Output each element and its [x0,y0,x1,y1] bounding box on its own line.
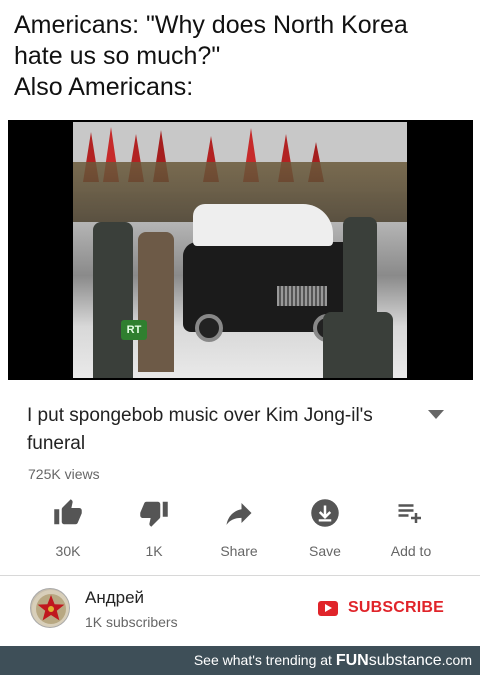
share-icon [226,503,252,525]
divider [0,575,480,576]
rt-watermark: RT [121,320,147,340]
save-label: Save [309,543,341,559]
watermark-footer: See what's trending at FUNsubstance.com [0,646,480,675]
add-to-label: Add to [390,543,432,559]
add-to-playlist-icon [398,504,421,523]
footer-tld: .com [441,652,472,668]
action-bar: 30K 1K Share Save Add to [0,498,480,559]
channel-name[interactable]: Андрей [85,588,144,608]
person-image [93,222,133,378]
subscribe-button[interactable]: SUBSCRIBE [318,598,444,618]
thumbs-down-icon [140,501,168,527]
footer-text: See what's trending at [193,652,336,668]
video-title[interactable]: I put spongebob music over Kim Jong-il's… [27,402,397,458]
person-image [138,232,174,372]
channel-avatar[interactable] [30,588,70,628]
funsubstance-logo: FUNsubstance [335,652,442,669]
video-thumbnail: RT [73,122,407,378]
like-button[interactable]: 30K [28,498,108,559]
save-button[interactable]: Save [285,498,365,559]
dislike-count: 1K [145,543,163,559]
dislike-button[interactable]: 1K [114,498,194,559]
youtube-logo-icon [318,600,338,616]
expand-description-icon[interactable] [428,410,444,419]
video-player[interactable]: RT [8,120,473,380]
add-to-button[interactable]: Add to [371,498,451,559]
person-image [343,217,377,317]
meme-caption: Americans: "Why does North Korea hate us… [14,10,474,103]
like-count: 30K [55,543,81,559]
subscribe-label: SUBSCRIBE [348,599,445,616]
caption-line-1: Americans: "Why does North Korea [14,11,408,39]
caption-line-3: Also Americans: [14,73,194,101]
view-count: 725K views [28,466,100,482]
share-button[interactable]: Share [199,498,279,559]
thumbs-up-icon [54,499,82,525]
share-label: Share [220,543,258,559]
soviet-star-icon [32,590,69,627]
save-icon [311,499,339,527]
person-image [323,312,393,378]
caption-line-2: hate us so much?" [14,42,221,70]
subscriber-count: 1K subscribers [85,614,178,630]
